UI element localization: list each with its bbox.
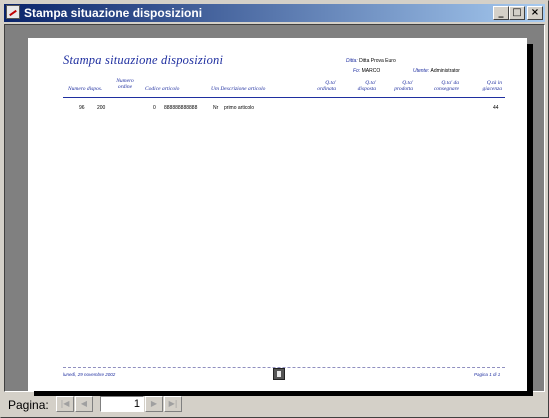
report-preview-area[interactable]: Stampa situazione disposizioni Ditta: Di… [4,24,545,396]
minimize-button[interactable]: _ [493,6,509,20]
col-qta-prodotta: Q.ta' prodotta [394,80,413,92]
meta-ditta-value: Ditta Prova Euro [359,58,396,64]
cell-numero-ordine-riga: 0 [153,105,156,111]
report-title: Stampa situazione disposizioni [63,53,224,67]
page-number-input[interactable]: 1 [100,396,144,412]
cell-qta-giacenza: 44 [493,105,499,111]
cell-codice-articolo: 888888888888 [164,105,198,111]
col-numero-ordine: Numero ordine [116,78,134,90]
col-um-descrizione: Um Descrizione articolo [211,86,266,92]
meta-utente-label: Utente: [413,68,430,74]
close-button[interactable]: × [527,6,543,20]
pagina-label: Pagina: [8,398,49,412]
cell-descrizione: primo articolo [224,105,255,111]
window-title: Stampa situazione disposizioni [24,6,203,20]
report-preview-window: Stampa situazione disposizioni _ □ × Sta… [0,0,549,418]
cell-um: Nr [213,105,219,111]
maximize-button[interactable]: □ [509,6,525,20]
cell-numero-dispos: 96 [79,105,85,111]
report-logo-icon [273,368,285,380]
col-codice-articolo: Codice articolo [145,86,180,92]
status-bar: Pagina: |◀ ◀ 1 ▶ ▶| [4,395,545,415]
prev-page-button[interactable]: ◀ [75,396,93,412]
app-icon [6,5,20,19]
col-qta-ordinata: Q.ta' ordinata [317,80,336,92]
first-page-button[interactable]: |◀ [56,396,74,412]
cell-numero-ordine: 200 [97,105,106,111]
last-page-button[interactable]: ▶| [164,396,182,412]
meta-ditta-label: Ditta: [346,58,358,64]
col-qta-consegnare: Q.ta' da consegnare [433,80,459,92]
report-page: Stampa situazione disposizioni Ditta: Di… [28,38,527,391]
meta-utente-value: Administrator [430,68,460,74]
meta-fo: Fo: MARCO [353,68,380,74]
col-qta-disposta: Q.ta' disposta [357,80,376,92]
meta-ditta: Ditta: Ditta Prova Euro [346,58,396,64]
title-bar[interactable]: Stampa situazione disposizioni _ □ × [4,4,545,22]
meta-fo-value: MARCO [361,68,381,74]
meta-utente: Utente: Administrator [413,68,460,74]
col-qta-giacenza: Q.tà in giacenza [482,80,502,92]
footer-page-number: Pagina 1 di 1 [474,372,501,377]
meta-fo-label: Fo: [353,68,361,74]
footer-date: lunedì, 29 novembre 2002 [63,372,116,377]
col-numero-dispos: Numero dispos. [68,86,103,92]
next-page-button[interactable]: ▶ [145,396,163,412]
header-underline [63,97,505,98]
